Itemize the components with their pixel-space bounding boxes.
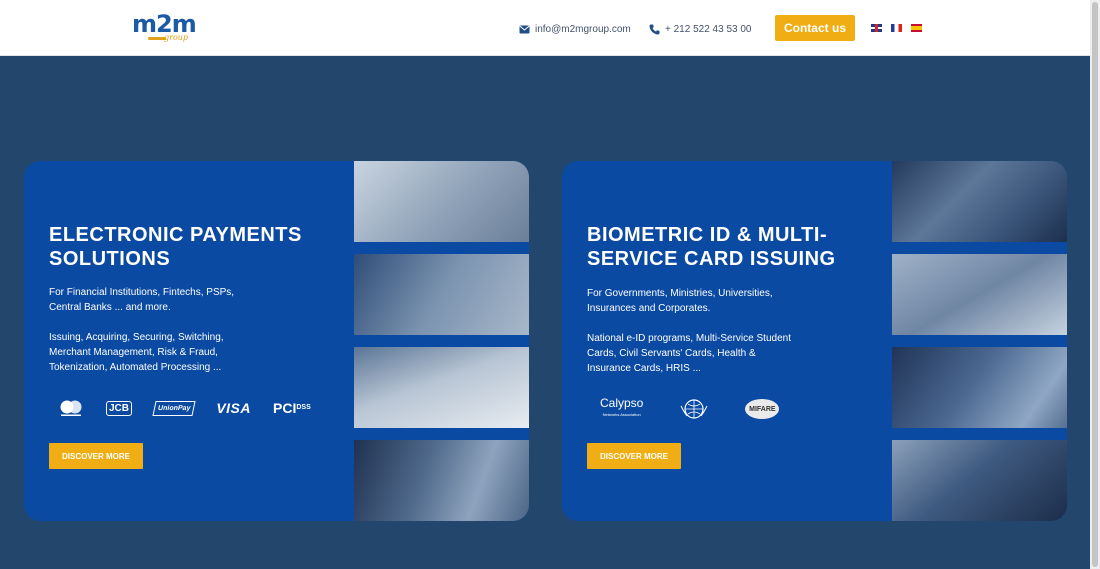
calypso-logo: Calypso Networks Association xyxy=(600,397,643,421)
payments-audience: For Financial Institutions, Fintechs, PS… xyxy=(49,287,235,313)
biometric-audience: For Governments, Ministries, Universitie… xyxy=(587,288,773,314)
phone-text: + 212 522 43 53 00 xyxy=(665,23,752,35)
badge-reader-photo xyxy=(892,254,1067,335)
dss-text: DSS xyxy=(296,404,311,411)
email-text: info@m2mgroup.com xyxy=(535,23,631,35)
jcb-logo: JCB xyxy=(106,400,133,416)
payments-card: ELECTRONIC PAYMENTS SOLUTIONS For Financ… xyxy=(24,161,529,521)
payment-brand-logos: JCB UnionPay VISA PCI DSS xyxy=(58,393,311,423)
biometric-services: National e-ID programs, Multi-Service St… xyxy=(587,333,791,374)
payments-discover-button[interactable]: DISCOVER MORE xyxy=(49,443,143,469)
card-payment-photo xyxy=(354,161,529,242)
calypso-subtext: Networks Association xyxy=(602,412,641,417)
calypso-text: Calypso xyxy=(600,396,644,410)
m2m-logo[interactable]: m2m group xyxy=(132,10,197,46)
mastercard-icon xyxy=(58,399,84,417)
pos-terminal-photo xyxy=(354,347,529,428)
id-standard-logos: Calypso Networks Association MIFARE xyxy=(600,394,780,424)
unionpay-logo: UnionPay xyxy=(152,400,196,416)
phone-icon xyxy=(649,24,660,34)
icao-icon xyxy=(679,396,709,422)
payments-photo-column xyxy=(354,161,529,521)
visa-logo: VISA xyxy=(216,400,251,416)
email-link[interactable]: info@m2mgroup.com xyxy=(519,21,631,37)
page-scrollbar[interactable] xyxy=(1090,0,1100,569)
mobile-payment-photo xyxy=(354,254,529,335)
scrollbar-thumb[interactable] xyxy=(1092,2,1098,567)
phone-link[interactable]: + 212 522 43 53 00 xyxy=(649,21,751,37)
envelope-icon xyxy=(519,25,530,33)
atm-photo xyxy=(354,440,529,521)
graduation-photo xyxy=(892,347,1067,428)
mifare-logo: MIFARE xyxy=(745,399,780,419)
transport-card-photo xyxy=(892,440,1067,521)
contact-us-button[interactable]: Contact us xyxy=(775,15,855,41)
logo-sub: group xyxy=(164,33,189,42)
biometric-photo-column xyxy=(892,161,1067,521)
site-header: m2m group info@m2mgroup.com + 212 522 43… xyxy=(0,0,1090,56)
id-check-photo xyxy=(892,161,1067,242)
language-switcher xyxy=(871,24,922,32)
payments-services: Issuing, Acquiring, Securing, Switching,… xyxy=(49,332,224,373)
biometric-discover-button[interactable]: DISCOVER MORE xyxy=(587,443,681,469)
es-flag-icon[interactable] xyxy=(911,24,922,32)
en-flag-icon[interactable] xyxy=(871,24,882,32)
biometric-card: BIOMETRIC ID & MULTI-SERVICE CARD ISSUIN… xyxy=(562,161,1067,521)
pci-dss-logo: PCI DSS xyxy=(273,400,311,416)
fr-flag-icon[interactable] xyxy=(891,24,902,32)
payments-title: ELECTRONIC PAYMENTS SOLUTIONS xyxy=(49,224,302,270)
biometric-title: BIOMETRIC ID & MULTI-SERVICE CARD ISSUIN… xyxy=(587,224,836,270)
pci-text: PCI xyxy=(273,400,297,416)
